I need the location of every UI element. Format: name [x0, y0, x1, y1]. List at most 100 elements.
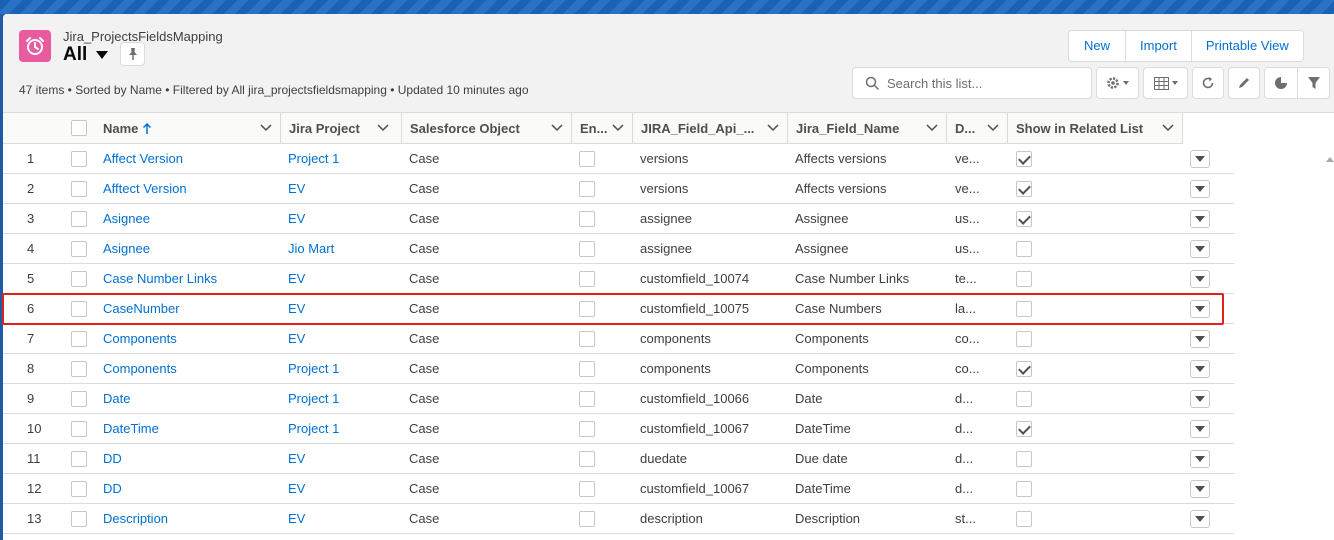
row-select-checkbox[interactable]: [71, 331, 87, 347]
jira-project-link[interactable]: EV: [288, 174, 398, 204]
chevron-down-icon[interactable]: [987, 123, 999, 133]
jira-field-name-cell: Components: [795, 361, 869, 376]
row-select-checkbox[interactable]: [71, 421, 87, 437]
refresh-button[interactable]: [1192, 67, 1224, 99]
row-select-checkbox[interactable]: [71, 511, 87, 527]
record-name-link[interactable]: CaseNumber: [103, 294, 278, 324]
d-cell: d...: [955, 481, 974, 496]
printable-view-button[interactable]: Printable View: [1190, 31, 1303, 61]
column-header-salesforce-object[interactable]: Salesforce Object: [401, 113, 571, 144]
row-actions-button[interactable]: [1190, 270, 1210, 288]
record-name-link[interactable]: Components: [103, 324, 278, 354]
row-select-checkbox[interactable]: [71, 151, 87, 167]
jira-field-name-cell: Assignee: [795, 241, 849, 256]
record-name-link[interactable]: Afftect Version: [103, 174, 278, 204]
column-header-jira-project[interactable]: Jira Project: [280, 113, 397, 144]
chevron-down-icon[interactable]: [926, 123, 938, 133]
inline-edit-button[interactable]: [1228, 67, 1260, 99]
jira-project-link[interactable]: EV: [288, 324, 398, 354]
chevron-down-icon[interactable]: [377, 123, 389, 133]
scrollbar[interactable]: [1326, 145, 1334, 175]
record-name-link[interactable]: DD: [103, 444, 278, 474]
row-actions-button[interactable]: [1190, 240, 1210, 258]
jira-project-link[interactable]: EV: [288, 444, 398, 474]
record-name-link[interactable]: Date: [103, 384, 278, 414]
row-select-checkbox[interactable]: [71, 211, 87, 227]
salesforce-object-cell: Case: [409, 331, 440, 346]
record-name-link[interactable]: Case Number Links: [103, 264, 278, 294]
record-name-link[interactable]: Affect Version: [103, 144, 278, 174]
new-button[interactable]: New: [1069, 31, 1126, 61]
column-header-show-in-related-list[interactable]: Show in Related List: [1007, 113, 1183, 144]
record-name-link[interactable]: Asignee: [103, 204, 278, 234]
row-actions-button[interactable]: [1190, 330, 1210, 348]
enabled-checkbox: [579, 301, 595, 317]
chevron-down-icon[interactable]: [551, 123, 563, 133]
jira-field-name-cell: Assignee: [795, 211, 849, 226]
list-view-switcher[interactable]: All: [63, 44, 109, 66]
row-actions-button[interactable]: [1190, 210, 1210, 228]
filter-button[interactable]: [1297, 68, 1329, 98]
chevron-down-icon: [1195, 486, 1205, 492]
scroll-up-icon[interactable]: [1326, 157, 1334, 162]
row-select-checkbox[interactable]: [71, 181, 87, 197]
show-in-related-list-checkbox: [1016, 301, 1032, 317]
record-name-link[interactable]: Components: [103, 354, 278, 384]
column-header-jira-field-api[interactable]: JIRA_Field_Api_...: [632, 113, 787, 144]
column-header-jira-field-name[interactable]: Jira_Field_Name: [787, 113, 946, 144]
jira-project-link[interactable]: Project 1: [288, 354, 398, 384]
row-select-checkbox[interactable]: [71, 241, 87, 257]
row-number: 9: [27, 391, 35, 406]
column-header-name[interactable]: Name: [95, 113, 280, 144]
d-cell: co...: [955, 361, 980, 376]
jira-project-link[interactable]: Project 1: [288, 384, 398, 414]
row-actions-button[interactable]: [1190, 480, 1210, 498]
pin-button[interactable]: [120, 42, 145, 66]
jira-project-link[interactable]: Project 1: [288, 414, 398, 444]
row-select-checkbox[interactable]: [71, 391, 87, 407]
row-actions-button[interactable]: [1190, 510, 1210, 528]
select-all-checkbox[interactable]: [71, 120, 87, 136]
jira-project-link[interactable]: EV: [288, 204, 398, 234]
chevron-down-icon[interactable]: [612, 123, 624, 133]
row-actions-button[interactable]: [1190, 180, 1210, 198]
jira-project-link[interactable]: Jio Mart: [288, 234, 398, 264]
jira-project-link[interactable]: Project 1: [288, 144, 398, 174]
jira-project-link[interactable]: EV: [288, 294, 398, 324]
search-input[interactable]: Search this list...: [852, 67, 1092, 99]
record-name-link[interactable]: DD: [103, 474, 278, 504]
row-actions-button[interactable]: [1190, 300, 1210, 318]
chevron-down-icon[interactable]: [1162, 123, 1174, 133]
jira-project-link[interactable]: EV: [288, 264, 398, 294]
table-row: 10 DateTime Project 1 Case customfield_10067…: [3, 414, 1234, 444]
jira-project-link[interactable]: EV: [288, 504, 398, 534]
row-select-checkbox[interactable]: [71, 301, 87, 317]
row-actions-button[interactable]: [1190, 360, 1210, 378]
row-select-checkbox[interactable]: [71, 271, 87, 287]
row-actions-button[interactable]: [1190, 420, 1210, 438]
row-actions-button[interactable]: [1190, 450, 1210, 468]
chevron-down-icon[interactable]: [96, 51, 109, 59]
enabled-checkbox: [579, 421, 595, 437]
list-settings-button[interactable]: [1096, 67, 1139, 99]
show-in-related-list-checkbox: [1016, 451, 1032, 467]
row-select-checkbox[interactable]: [71, 361, 87, 377]
column-header-d[interactable]: D...: [946, 113, 1007, 144]
row-select-checkbox[interactable]: [71, 451, 87, 467]
column-header-enabled[interactable]: En...: [571, 113, 632, 144]
d-cell: la...: [955, 301, 976, 316]
record-name-link[interactable]: DateTime: [103, 414, 278, 444]
row-number-header: [3, 113, 63, 144]
record-name-link[interactable]: Asignee: [103, 234, 278, 264]
chevron-down-icon[interactable]: [767, 123, 779, 133]
import-button[interactable]: Import: [1125, 31, 1191, 61]
row-number: 12: [27, 481, 42, 496]
jira-project-link[interactable]: EV: [288, 474, 398, 504]
row-actions-button[interactable]: [1190, 390, 1210, 408]
row-actions-button[interactable]: [1190, 150, 1210, 168]
charts-button[interactable]: [1265, 68, 1297, 98]
display-as-button[interactable]: [1143, 67, 1188, 99]
record-name-link[interactable]: Description: [103, 504, 278, 534]
row-select-checkbox[interactable]: [71, 481, 87, 497]
chevron-down-icon[interactable]: [260, 123, 272, 133]
